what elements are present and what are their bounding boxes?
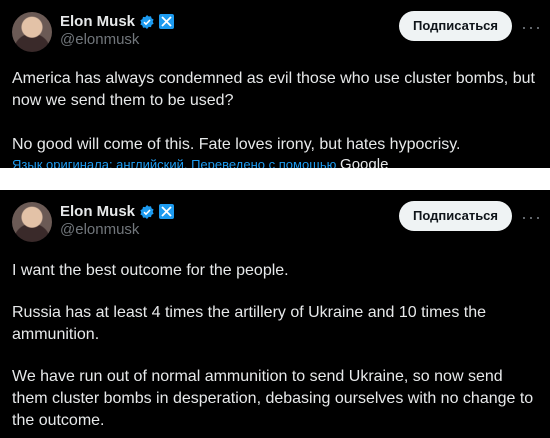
more-options-icon[interactable]: ··· [521,208,542,226]
tweet-card-2: Elon Musk @elonmusk Подписаться ··· I wa… [0,190,550,438]
avatar[interactable] [12,12,52,52]
x-affiliation-icon[interactable] [159,204,175,219]
tweet-paragraph: We have run out of normal ammunition to … [12,368,534,429]
tweet-paragraph: No good will come of this. Fate loves ir… [12,136,461,153]
author-handle[interactable]: @elonmusk [60,221,139,238]
subscribe-button[interactable]: Подписаться [399,201,513,231]
author-row: Elon Musk [60,203,175,220]
author-handle[interactable]: @elonmusk [60,31,139,48]
tweet-text: I want the best outcome for the people. … [12,260,538,432]
verified-badge-icon [139,204,155,220]
subscribe-button[interactable]: Подписаться [399,11,513,41]
tweet-paragraph: Russia has at least 4 times the artiller… [12,304,486,343]
tweet-text: America has always condemned as evil tho… [12,68,538,156]
translation-service: Google [340,156,389,168]
translation-note-text: Язык оригинала: английский. Переведено с… [12,157,337,168]
more-options-icon[interactable]: ··· [521,18,542,36]
avatar[interactable] [12,202,52,242]
author-name[interactable]: Elon Musk [60,13,135,30]
verified-badge-icon [139,14,155,30]
tweet-card-1: Elon Musk @elonmusk Подписаться ··· Amer… [0,0,550,168]
x-affiliation-icon[interactable] [159,14,175,29]
translation-note[interactable]: Язык оригинала: английский. Переведено с… [12,156,388,168]
author-name[interactable]: Elon Musk [60,203,135,220]
author-row: Elon Musk [60,13,175,30]
tweet-paragraph: America has always condemned as evil tho… [12,70,535,109]
tweet-paragraph: I want the best outcome for the people. [12,262,289,279]
